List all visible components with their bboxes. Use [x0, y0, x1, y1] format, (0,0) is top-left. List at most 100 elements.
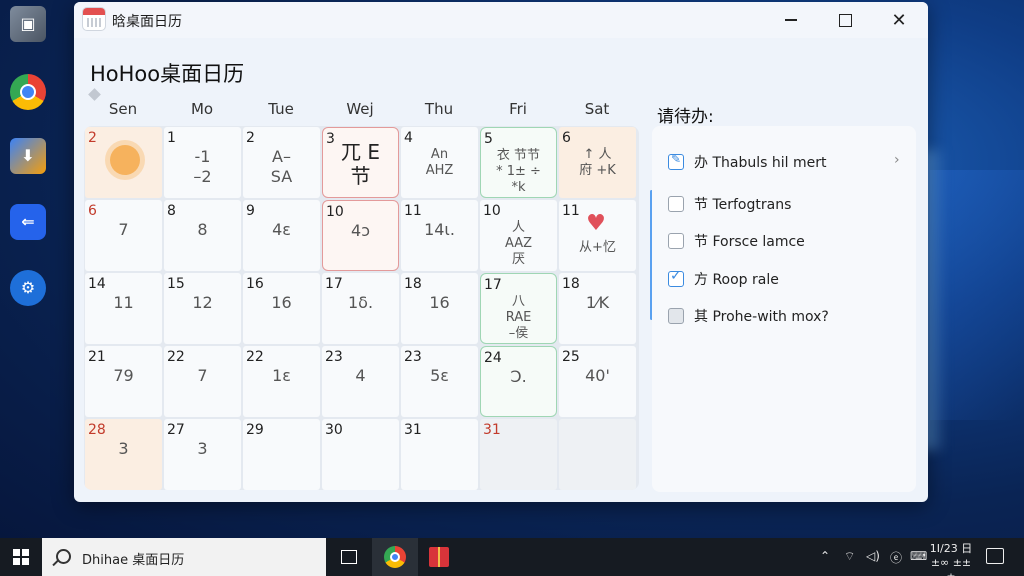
calendar-day-cell[interactable]: 11 14ι.: [401, 200, 478, 271]
calendar-day-cell[interactable]: 17 1δ.: [322, 273, 399, 344]
title-bar[interactable]: 晗桌面日历 ✕: [74, 2, 928, 38]
network-icon[interactable]: ⌔: [844, 549, 855, 564]
calendar-day-cell[interactable]: 21 79: [85, 346, 162, 417]
sun-icon: [110, 145, 140, 175]
calendar-day-cell[interactable]: 24 Ͻ.: [480, 346, 557, 417]
day-number: 2: [88, 130, 97, 146]
calendar-day-cell[interactable]: 17 八 RAE –侯: [480, 273, 557, 344]
chevron-up-icon[interactable]: ⌃: [820, 549, 830, 563]
calendar-day-cell[interactable]: 67: [85, 200, 162, 271]
calendar-day-cell[interactable]: 2 A– SA: [243, 127, 320, 198]
calendar-day-cell[interactable]: 9 4ε: [243, 200, 320, 271]
calendar-day-cell[interactable]: 4 An AHZ: [401, 127, 478, 198]
notification-icon[interactable]: [986, 548, 1004, 564]
task-view-button[interactable]: [326, 538, 372, 576]
todo-item[interactable]: 节 Terfogtrans: [668, 194, 908, 216]
day-number: 21: [88, 349, 106, 365]
calendar-day-cell[interactable]: 22 1ε: [243, 346, 320, 417]
day-number: 27: [167, 422, 185, 438]
window-title: 晗桌面日历: [112, 14, 182, 30]
calendar-day-cell[interactable]: 6 ↑ 人 府 +K: [559, 127, 636, 198]
gear-icon: ⚙: [20, 278, 36, 297]
calendar-day-cell[interactable]: 23 4: [322, 346, 399, 417]
day-detail: 79: [113, 366, 134, 385]
search-icon: [56, 549, 71, 564]
desktop-icon-share[interactable]: ⇐: [10, 204, 46, 240]
day-number: 23: [404, 349, 422, 365]
todo-item[interactable]: 其 Prohe-with mox?: [668, 306, 908, 328]
calendar-day-cell[interactable]: [559, 419, 636, 490]
onedrive-icon[interactable]: ⓔ: [890, 549, 902, 566]
close-button[interactable]: ✕: [872, 2, 926, 38]
desktop-icon-recycle-bin[interactable]: ▣: [10, 6, 46, 42]
calendar-day-cell[interactable]: 11 ♥ 从+忆: [559, 200, 636, 271]
calendar-day-cell[interactable]: 29: [243, 419, 320, 490]
todo-checkbox[interactable]: [668, 233, 684, 249]
day-number: 10: [483, 203, 501, 219]
day-detail: A– SA: [270, 147, 293, 186]
weekday-label: Fri: [509, 100, 527, 118]
calendar-day-cell[interactable]: 23 5ε: [401, 346, 478, 417]
day-number: 14: [88, 276, 106, 292]
calendar-day-cell[interactable]: 25 40': [559, 346, 636, 417]
volume-icon[interactable]: ◁): [866, 549, 880, 563]
maximize-icon: [838, 13, 852, 27]
taskbar-clock[interactable]: 1I/23 日 ±∞ ±±±: [928, 542, 974, 576]
desktop-icon-setup[interactable]: ⬇: [10, 138, 46, 174]
windows-logo-icon: [13, 549, 29, 565]
maximize-button[interactable]: [818, 2, 872, 38]
calendar-day-cell[interactable]: 14 11: [85, 273, 162, 344]
day-number: 17: [484, 277, 502, 293]
day-number: 11: [562, 203, 580, 219]
calendar-day-cell[interactable]: 18 1⁄K: [559, 273, 636, 344]
day-detail: ↑ 人 府 +K: [579, 147, 616, 178]
start-button[interactable]: [0, 538, 42, 576]
calendar-day-cell[interactable]: 28 3: [85, 419, 162, 490]
calendar-day-cell[interactable]: 5衣 节节 * 1± ÷ *k: [480, 127, 557, 198]
todo-item[interactable]: 节 Forsce lamce: [668, 231, 908, 253]
taskbar-search[interactable]: Dhihae 桌面日历: [42, 538, 326, 576]
calendar-day-cell[interactable]: 3兀 E 节: [322, 127, 399, 198]
weekday-label: Sat: [584, 100, 610, 118]
taskbar-calendar-app[interactable]: [416, 538, 462, 576]
clock-date: ±∞ ±±±: [930, 556, 972, 576]
day-detail: 1ε: [272, 366, 291, 385]
todo-label: 节 Forsce lamce: [694, 234, 805, 250]
calendar-day-cell[interactable]: 88: [164, 200, 241, 271]
calendar-day-cell[interactable]: 16 16: [243, 273, 320, 344]
day-detail: 40': [585, 366, 610, 385]
todo-checkbox[interactable]: [668, 268, 684, 287]
todo-checkbox[interactable]: [668, 308, 684, 324]
day-detail: 4: [355, 366, 366, 385]
todo-item[interactable]: 方 Roop rale: [668, 268, 908, 291]
day-detail: Ͻ.: [510, 367, 527, 386]
calendar-day-cell[interactable]: 31: [480, 419, 557, 490]
chevron-right-icon[interactable]: ›: [894, 152, 900, 168]
calendar-day-cell[interactable]: 27 3: [164, 419, 241, 490]
taskbar-chrome[interactable]: [372, 538, 418, 576]
edit-icon[interactable]: [668, 152, 684, 170]
minimize-button[interactable]: [764, 2, 818, 38]
weekday-label: Sen: [108, 100, 138, 118]
day-number: 16: [246, 276, 264, 292]
calendar-day-cell[interactable]: 2: [85, 127, 162, 198]
calendar-day-cell[interactable]: 10 4ɔ: [322, 200, 399, 271]
calendar-day-cell[interactable]: 1 -1 –2: [164, 127, 241, 198]
calendar-day-cell[interactable]: 30: [322, 419, 399, 490]
calendar-day-cell[interactable]: 22 7: [164, 346, 241, 417]
arrow-icon: ⇐: [21, 212, 35, 231]
desktop-icon-chrome[interactable]: [10, 74, 46, 110]
day-detail: 12: [192, 293, 213, 312]
calendar-day-cell[interactable]: 31: [401, 419, 478, 490]
desktop-icon-settings[interactable]: ⚙: [10, 270, 46, 306]
day-number: 25: [562, 349, 580, 365]
calendar-day-cell[interactable]: 10 人 AAZ 厌: [480, 200, 557, 271]
day-number: 24: [484, 350, 502, 366]
calendar-day-cell[interactable]: 15 12: [164, 273, 241, 344]
calendar-day-cell[interactable]: 18 16: [401, 273, 478, 344]
todo-checkbox[interactable]: [668, 196, 684, 212]
keyboard-icon[interactable]: ⌨: [910, 549, 927, 563]
todo-item[interactable]: 办 Thabuls hil mert ›: [668, 152, 908, 174]
day-number: 6: [88, 203, 97, 219]
day-number: 23: [325, 349, 343, 365]
